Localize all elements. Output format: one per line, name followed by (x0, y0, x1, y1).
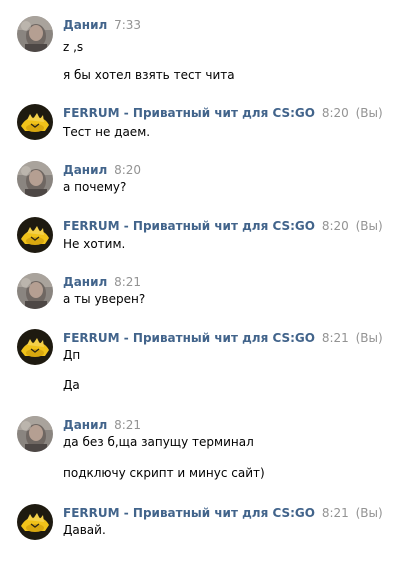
message-group: Данил 8:21 да без б,ща запущу терминал п… (0, 416, 408, 486)
message-group: Данил 8:20 а почему? (0, 161, 408, 201)
user-photo-avatar-icon (17, 416, 53, 452)
message-time[interactable]: 8:21 (322, 506, 349, 520)
user-avatar[interactable] (17, 161, 53, 197)
ferrum-avatar[interactable] (17, 217, 53, 253)
message-time[interactable]: 8:21 (114, 275, 141, 289)
own-message-marker: (Вы) (355, 506, 383, 520)
author-name[interactable]: FERRUM - Приватный чит для CS:GO (63, 106, 315, 120)
message-time[interactable]: 8:20 (322, 219, 349, 233)
message-text: Дп (63, 348, 81, 362)
author-name[interactable]: FERRUM - Приватный чит для CS:GO (63, 219, 315, 233)
message-group: Данил 8:21 а ты уверен? (0, 273, 408, 313)
ferrum-logo-avatar-icon (17, 217, 53, 253)
message-header: FERRUM - Приватный чит для CS:GO 8:20 (В… (63, 219, 383, 233)
ferrum-avatar[interactable] (17, 504, 53, 540)
message-text: а ты уверен? (63, 292, 146, 306)
message-group: FERRUM - Приватный чит для CS:GO 8:20 (В… (0, 217, 408, 257)
message-header: FERRUM - Приватный чит для CS:GO 8:21 (В… (63, 331, 383, 345)
message-text: Да (63, 378, 80, 392)
message-group: FERRUM - Приватный чит для CS:GO 8:20 (В… (0, 104, 408, 144)
ferrum-avatar[interactable] (17, 104, 53, 140)
message-text: Тест не даем. (63, 125, 151, 139)
ferrum-logo-avatar-icon (17, 329, 53, 365)
message-time[interactable]: 8:21 (114, 418, 141, 432)
message-text: Давай. (63, 523, 106, 537)
user-photo-avatar-icon (17, 16, 53, 52)
message-header: FERRUM - Приватный чит для CS:GO 8:20 (В… (63, 106, 383, 120)
message-header: Данил 8:21 (63, 275, 141, 289)
user-photo-avatar-icon (17, 161, 53, 197)
message-time[interactable]: 8:20 (114, 163, 141, 177)
message-text: я бы хотел взять тест чита (63, 68, 235, 82)
message-text: z ,s (63, 40, 84, 54)
message-header: Данил 8:20 (63, 163, 141, 177)
user-avatar[interactable] (17, 416, 53, 452)
message-text: а почему? (63, 180, 127, 194)
message-text: да без б,ща запущу терминал (63, 435, 254, 449)
author-name[interactable]: Данил (63, 275, 107, 289)
message-time[interactable]: 8:20 (322, 106, 349, 120)
user-avatar[interactable] (17, 16, 53, 52)
ferrum-avatar[interactable] (17, 329, 53, 365)
message-history: Данил 7:33 z ,s я бы хотел взять тест чи… (0, 0, 408, 565)
own-message-marker: (Вы) (355, 219, 383, 233)
own-message-marker: (Вы) (355, 331, 383, 345)
message-header: Данил 8:21 (63, 418, 141, 432)
message-time[interactable]: 7:33 (114, 18, 141, 32)
message-header: FERRUM - Приватный чит для CS:GO 8:21 (В… (63, 506, 383, 520)
author-name[interactable]: FERRUM - Приватный чит для CS:GO (63, 506, 315, 520)
message-group: Данил 7:33 z ,s я бы хотел взять тест чи… (0, 16, 408, 86)
user-photo-avatar-icon (17, 273, 53, 309)
message-group: FERRUM - Приватный чит для CS:GO 8:21 (В… (0, 504, 408, 544)
message-text: Не хотим. (63, 237, 126, 251)
ferrum-logo-avatar-icon (17, 504, 53, 540)
user-avatar[interactable] (17, 273, 53, 309)
author-name[interactable]: Данил (63, 418, 107, 432)
message-text: подключу скрипт и минус сайт) (63, 466, 265, 480)
author-name[interactable]: Данил (63, 163, 107, 177)
message-time[interactable]: 8:21 (322, 331, 349, 345)
message-header: Данил 7:33 (63, 18, 141, 32)
author-name[interactable]: FERRUM - Приватный чит для CS:GO (63, 331, 315, 345)
own-message-marker: (Вы) (355, 106, 383, 120)
message-group: FERRUM - Приватный чит для CS:GO 8:21 (В… (0, 329, 408, 399)
ferrum-logo-avatar-icon (17, 104, 53, 140)
author-name[interactable]: Данил (63, 18, 107, 32)
